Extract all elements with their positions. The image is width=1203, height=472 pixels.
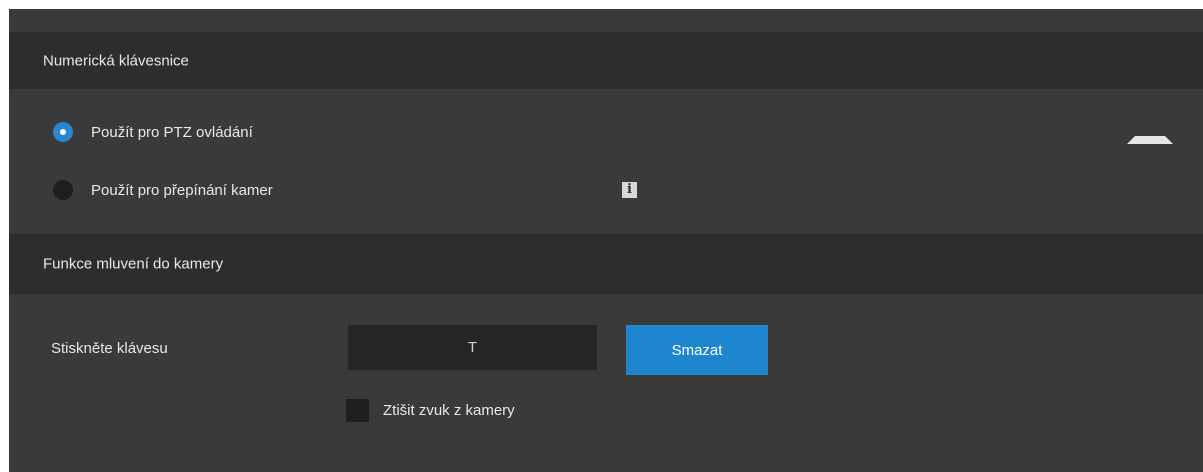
- radio-label-camera-switch: Použít pro přepínání kamer: [91, 181, 273, 199]
- radio-option-ptz[interactable]: Použít pro PTZ ovládání: [53, 121, 253, 143]
- radio-label-ptz: Použít pro PTZ ovládání: [91, 123, 253, 141]
- numpad-section-header: Numerická klávesnice: [9, 32, 1203, 89]
- mute-checkbox-label: Ztišit zvuk z kamery: [383, 401, 515, 419]
- hotkey-input[interactable]: [348, 325, 597, 370]
- mute-camera-option[interactable]: Ztišit zvuk z kamery: [346, 398, 515, 422]
- numpad-section-title: Numerická klávesnice: [43, 52, 189, 69]
- settings-panel: Numerická klávesnice Použít pro PTZ ovlá…: [9, 9, 1203, 472]
- collapse-icon[interactable]: [1127, 136, 1173, 144]
- talk-section-title: Funkce mluvení do kamery: [43, 255, 224, 273]
- radio-button-unselected[interactable]: [53, 180, 73, 200]
- clear-button[interactable]: Smazat: [626, 325, 768, 375]
- radio-button-selected[interactable]: [53, 122, 73, 142]
- talk-section-header: Funkce mluvení do kamery: [9, 234, 1203, 294]
- mute-checkbox[interactable]: [346, 398, 369, 422]
- radio-option-camera-switch[interactable]: Použít pro přepínání kamer: [53, 179, 273, 201]
- info-icon[interactable]: i: [622, 182, 637, 198]
- key-field-label: Stiskněte klávesu: [51, 340, 168, 357]
